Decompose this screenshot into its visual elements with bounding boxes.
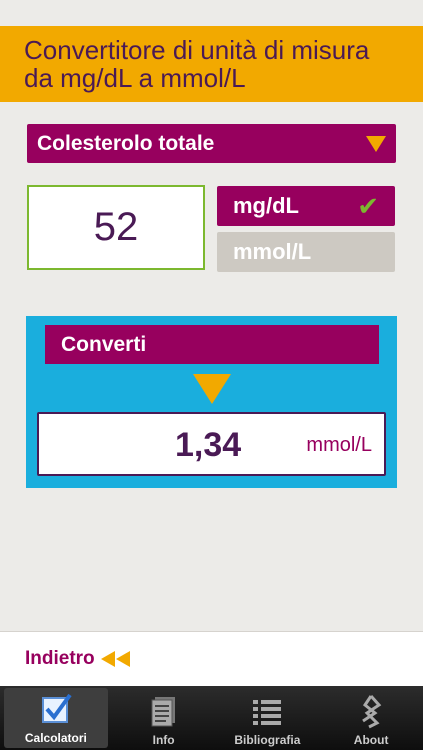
convert-panel: Converti 1,34 mmol/L	[26, 316, 397, 488]
tab-bar: Calcolatori Info Bibliografia About	[0, 686, 423, 750]
list-icon	[253, 700, 282, 725]
checkbox-icon	[41, 693, 72, 723]
document-icon	[151, 697, 175, 727]
checkmark-icon: ✔	[357, 190, 379, 221]
result-value: 1,34	[175, 426, 242, 464]
value-input[interactable]: 52	[27, 185, 205, 270]
value-input-text: 52	[93, 205, 139, 249]
tab-calcolatori-label: Calcolatori	[24, 731, 87, 745]
app-header: Convertitore di unità di misura da mg/dL…	[0, 26, 423, 102]
result-display: 1,34 mmol/L	[37, 412, 386, 476]
tab-bibliografia-label: Bibliografia	[234, 733, 301, 747]
arrow-down-icon	[193, 374, 231, 404]
rewind-icon[interactable]	[100, 651, 131, 667]
back-button[interactable]: Indietro	[25, 648, 95, 670]
unit-mgdl-button[interactable]: mg/dL ✔	[217, 186, 395, 226]
analyte-selector[interactable]: Colesterolo totale	[27, 124, 396, 163]
tab-calcolatori[interactable]: Calcolatori	[4, 688, 108, 748]
page-title: Convertitore di unità di misura da mg/dL…	[24, 35, 370, 93]
convert-button-label: Converti	[61, 332, 147, 356]
analyte-selector-label: Colesterolo totale	[37, 131, 215, 155]
unit-mmoll-button[interactable]: mmol/L	[217, 232, 395, 272]
unit-mgdl-label: mg/dL	[233, 193, 299, 218]
tab-about-label: About	[353, 733, 389, 747]
convert-button[interactable]: Converti	[45, 325, 379, 364]
result-unit: mmol/L	[306, 434, 372, 456]
dropdown-arrow-icon	[366, 135, 386, 152]
tab-info-label: Info	[152, 733, 175, 747]
back-bar: Indietro	[0, 631, 423, 686]
unit-mmoll-label: mmol/L	[233, 239, 312, 264]
tab-bibliografia[interactable]: Bibliografia	[216, 686, 320, 750]
tab-about[interactable]: About	[319, 686, 423, 750]
tab-info[interactable]: Info	[112, 686, 216, 750]
logo-icon	[362, 695, 382, 729]
